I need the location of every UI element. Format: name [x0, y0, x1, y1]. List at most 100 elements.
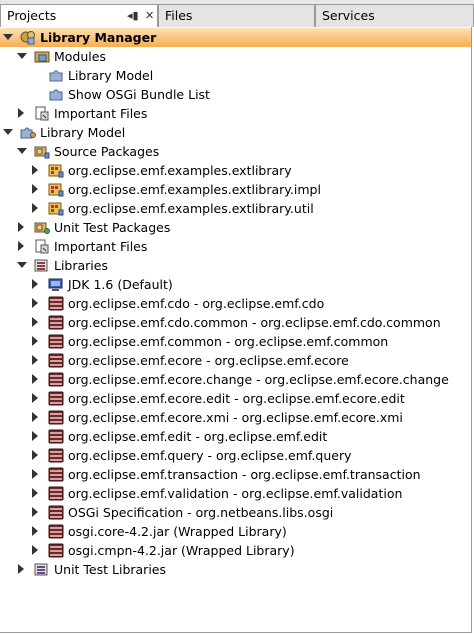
tree-node[interactable]: org.eclipse.emf.examples.extlibrary.impl — [0, 180, 471, 199]
jar-icon — [48, 353, 64, 368]
jar-icon — [48, 448, 64, 463]
collapsed-toggle-icon[interactable] — [18, 108, 24, 118]
test-packages-icon — [34, 220, 50, 235]
collapsed-toggle-icon[interactable] — [32, 412, 38, 422]
tree-node[interactable]: org.eclipse.emf.validation - org.eclipse… — [0, 484, 471, 503]
tree-node[interactable]: org.eclipse.emf.edit - org.eclipse.emf.e… — [0, 427, 471, 446]
tree-node[interactable]: org.eclipse.emf.transaction - org.eclips… — [0, 465, 471, 484]
tree-node[interactable]: osgi.core-4.2.jar (Wrapped Library) — [0, 522, 471, 541]
tree-node-label: Show OSGi Bundle List — [68, 87, 210, 102]
tab-services[interactable]: Services — [315, 4, 474, 27]
tree-node[interactable]: Libraries — [0, 256, 471, 275]
tree-node-label: Libraries — [54, 258, 108, 273]
jdk-icon — [48, 277, 64, 292]
tree-node-label: Library Model — [68, 68, 154, 83]
collapsed-toggle-icon[interactable] — [32, 545, 38, 555]
project-tree[interactable]: Library Manager Modules Library Model Show … — [0, 27, 472, 633]
jar-icon — [48, 391, 64, 406]
tab-files-label: Files — [165, 8, 193, 23]
minimize-icon[interactable]: ◂▮ — [127, 5, 139, 27]
tree-node-label: org.eclipse.emf.query - org.eclipse.emf.… — [68, 448, 352, 463]
tree-node-label: Library Model — [40, 125, 126, 140]
tree-node-label: org.eclipse.emf.validation - org.eclipse… — [68, 486, 403, 501]
tree-node[interactable]: org.eclipse.emf.ecore.xmi - org.eclipse.… — [0, 408, 471, 427]
tree-node[interactable]: org.eclipse.emf.examples.extlibrary — [0, 161, 471, 180]
tree-node[interactable]: Library Model — [0, 66, 471, 85]
tree-node-label: org.eclipse.emf.common - org.eclipse.emf… — [68, 334, 389, 349]
tree-node[interactable]: org.eclipse.emf.ecore - org.eclipse.emf.… — [0, 351, 471, 370]
tree-node-label: org.eclipse.emf.examples.extlibrary.impl — [68, 182, 321, 197]
expanded-toggle-icon[interactable] — [3, 34, 13, 40]
collapsed-toggle-icon[interactable] — [32, 203, 38, 213]
tree-node[interactable]: org.eclipse.emf.ecore.change - org.eclip… — [0, 370, 471, 389]
tree-node-label: Library Manager — [40, 30, 157, 45]
tree-node[interactable]: Important Files — [0, 104, 471, 123]
jar-icon — [48, 410, 64, 425]
important-files-icon — [34, 239, 50, 254]
package-icon — [48, 182, 64, 197]
expanded-toggle-icon[interactable] — [17, 262, 27, 268]
tree-node-label: Unit Test Libraries — [54, 562, 166, 577]
expanded-toggle-icon[interactable] — [17, 148, 27, 154]
collapsed-toggle-icon[interactable] — [32, 488, 38, 498]
tab-projects[interactable]: Projects ◂▮ ✕ — [0, 4, 158, 28]
collapsed-toggle-icon[interactable] — [32, 165, 38, 175]
tree-node[interactable]: Unit Test Libraries — [0, 560, 471, 579]
collapsed-toggle-icon[interactable] — [18, 564, 24, 574]
collapsed-toggle-icon[interactable] — [32, 431, 38, 441]
collapsed-toggle-icon[interactable] — [32, 374, 38, 384]
collapsed-toggle-icon[interactable] — [32, 507, 38, 517]
collapsed-toggle-icon[interactable] — [32, 184, 38, 194]
tree-node[interactable]: Library Model — [0, 123, 471, 142]
expanded-toggle-icon[interactable] — [3, 129, 13, 135]
collapsed-toggle-icon[interactable] — [32, 526, 38, 536]
collapsed-toggle-icon[interactable] — [32, 355, 38, 365]
collapsed-toggle-icon[interactable] — [32, 336, 38, 346]
tab-bar: Projects ◂▮ ✕ Files Services — [0, 0, 474, 28]
tree-node[interactable]: org.eclipse.emf.query - org.eclipse.emf.… — [0, 446, 471, 465]
tree-node[interactable]: Source Packages — [0, 142, 471, 161]
tree-node[interactable]: JDK 1.6 (Default) — [0, 275, 471, 294]
jar-icon — [48, 486, 64, 501]
tree-node-label: Important Files — [54, 239, 148, 254]
jar-icon — [48, 524, 64, 539]
libraries-icon — [34, 258, 50, 273]
collapsed-toggle-icon[interactable] — [32, 469, 38, 479]
collapsed-toggle-icon[interactable] — [18, 222, 24, 232]
tree-node[interactable]: Unit Test Packages — [0, 218, 471, 237]
expanded-toggle-icon[interactable] — [17, 53, 27, 59]
tree-node-label: org.eclipse.emf.ecore.change - org.eclip… — [68, 372, 449, 387]
jar-icon — [48, 429, 64, 444]
jar-icon — [48, 467, 64, 482]
tree-node[interactable]: Show OSGi Bundle List — [0, 85, 471, 104]
collapsed-toggle-icon[interactable] — [32, 450, 38, 460]
tree-node[interactable]: org.eclipse.emf.examples.extlibrary.util — [0, 199, 471, 218]
collapsed-toggle-icon[interactable] — [32, 298, 38, 308]
collapsed-toggle-icon[interactable] — [18, 241, 24, 251]
important-files-icon — [34, 106, 50, 121]
tree-node[interactable]: Important Files — [0, 237, 471, 256]
tree-node[interactable]: org.eclipse.emf.common - org.eclipse.emf… — [0, 332, 471, 351]
tree-node-label: org.eclipse.emf.examples.extlibrary — [68, 163, 292, 178]
tab-projects-label: Projects — [7, 8, 57, 23]
tree-node[interactable]: Library Manager — [0, 28, 471, 47]
tree-node[interactable]: org.eclipse.emf.cdo - org.eclipse.emf.cd… — [0, 294, 471, 313]
tree-node-label: org.eclipse.emf.ecore.edit - org.eclipse… — [68, 391, 405, 406]
tree-node[interactable]: org.eclipse.emf.cdo.common - org.eclipse… — [0, 313, 471, 332]
tree-node-label: OSGi Specification - org.netbeans.libs.o… — [68, 505, 334, 520]
collapsed-toggle-icon[interactable] — [32, 279, 38, 289]
tree-node[interactable]: OSGi Specification - org.netbeans.libs.o… — [0, 503, 471, 522]
collapsed-toggle-icon[interactable] — [32, 393, 38, 403]
package-icon — [48, 201, 64, 216]
test-libraries-icon — [34, 562, 50, 577]
tree-node-label: Modules — [54, 49, 106, 64]
close-icon[interactable]: ✕ — [145, 5, 154, 27]
jar-icon — [48, 296, 64, 311]
tree-node[interactable]: org.eclipse.emf.ecore.edit - org.eclipse… — [0, 389, 471, 408]
collapsed-toggle-icon[interactable] — [32, 317, 38, 327]
tree-node[interactable]: osgi.cmpn-4.2.jar (Wrapped Library) — [0, 541, 471, 560]
module-puzzle-icon — [48, 68, 64, 83]
tree-node-label: Important Files — [54, 106, 148, 121]
tab-files[interactable]: Files — [158, 4, 315, 27]
tree-node[interactable]: Modules — [0, 47, 471, 66]
